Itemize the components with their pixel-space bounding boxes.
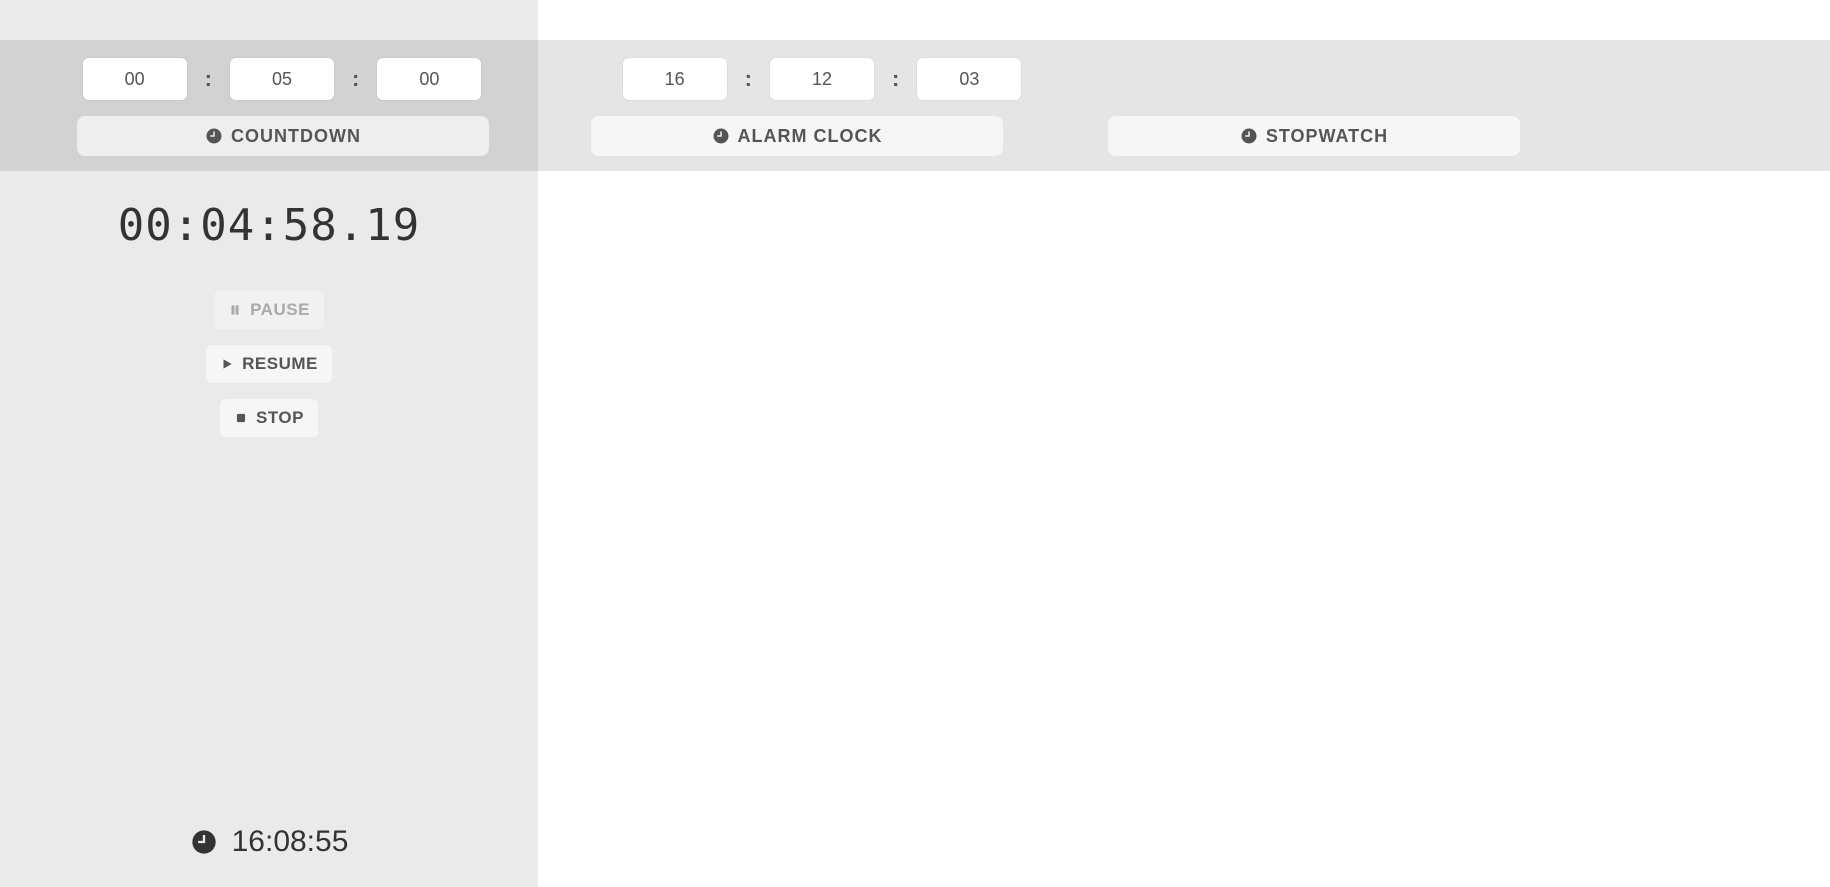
countdown-button[interactable]: COUNTDOWN [77, 116, 489, 156]
stopwatch-panel: STOPWATCH [1080, 0, 1620, 171]
stopwatch-button-label: STOPWATCH [1266, 126, 1388, 147]
alarm-clock-button[interactable]: ALARM CLOCK [591, 116, 1003, 156]
clock-icon [1240, 127, 1258, 145]
resume-button-label: RESUME [242, 354, 318, 374]
content-area: 00:04:58.19 PAUSE RESUME STOP [0, 190, 538, 437]
stopwatch-button[interactable]: STOPWATCH [1108, 116, 1520, 156]
clock-icon [190, 828, 218, 856]
countdown-minutes-input[interactable] [230, 58, 334, 100]
alarm-minutes-input[interactable] [770, 58, 874, 100]
pause-button[interactable]: PAUSE [214, 291, 324, 329]
footer-time: 16:08:55 [232, 825, 349, 859]
controls: PAUSE RESUME STOP [0, 291, 538, 437]
countdown-button-label: COUNTDOWN [231, 126, 361, 147]
time-separator: : [892, 66, 899, 92]
countdown-display: 00:04:58.19 [0, 200, 538, 251]
alarm-seconds-input[interactable] [917, 58, 1021, 100]
time-separator: : [745, 66, 752, 92]
clock-icon [712, 127, 730, 145]
clock-icon [205, 127, 223, 145]
pause-icon [228, 303, 242, 317]
countdown-hours-input[interactable] [83, 58, 187, 100]
time-separator: : [352, 66, 359, 92]
pause-button-label: PAUSE [250, 300, 310, 320]
stop-button[interactable]: STOP [220, 399, 318, 437]
alarm-panel: : : ALARM CLOCK [564, 0, 1080, 171]
stop-button-label: STOP [256, 408, 304, 428]
countdown-seconds-input[interactable] [377, 58, 481, 100]
stop-icon [234, 411, 248, 425]
play-icon [220, 357, 234, 371]
alarm-hours-input[interactable] [623, 58, 727, 100]
countdown-panel: : : COUNTDOWN [0, 0, 564, 171]
countdown-inputs: : : [0, 58, 564, 100]
time-separator: : [205, 66, 212, 92]
alarm-inputs: : : [564, 58, 1080, 100]
footer-clock: 16:08:55 [0, 825, 538, 859]
alarm-button-label: ALARM CLOCK [738, 126, 883, 147]
resume-button[interactable]: RESUME [206, 345, 332, 383]
